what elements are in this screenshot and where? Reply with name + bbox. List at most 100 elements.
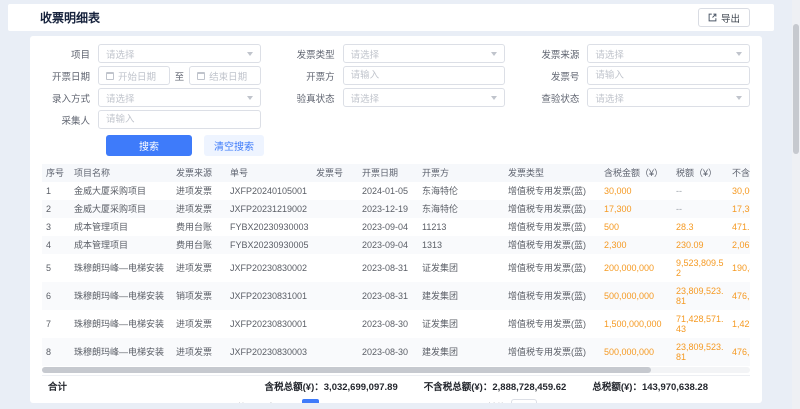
export-button[interactable]: 导出	[698, 8, 750, 27]
cell-project-name: 珠穆朗玛峰—电梯安装	[70, 254, 172, 282]
cell-invoice-source: 进项发票	[172, 182, 226, 200]
select-placeholder: 请选择	[595, 47, 624, 61]
cell-order-no: FYBX20230930005	[226, 236, 312, 254]
column-header-7: 发票类型	[504, 164, 600, 182]
invoice-no-input[interactable]	[587, 66, 750, 85]
cell-amount-incl-tax: 500	[600, 218, 672, 236]
table-row[interactable]: 1 金威大厦采购项目 进项发票 JXFP20240105001 2024-01-…	[42, 182, 750, 200]
export-icon	[708, 13, 717, 22]
clear-search-button[interactable]: 清空搜索	[204, 135, 264, 156]
filter-form: 项目 请选择 发票类型 请选择 发票来源 请选择 开票日期	[42, 44, 750, 129]
verify-status-label: 验真状态	[287, 91, 343, 105]
filter-actions: 搜索 清空搜索	[106, 135, 750, 156]
pager-prev-button[interactable]: ‹	[288, 401, 298, 403]
select-placeholder: 请选择	[106, 47, 135, 61]
collector-input[interactable]	[98, 110, 261, 129]
invoice-source-select[interactable]: 请选择	[587, 44, 750, 63]
column-header-1: 项目名称	[70, 164, 172, 182]
cell-index: 2	[42, 200, 70, 218]
pager-next-button[interactable]: ›	[468, 401, 478, 403]
pager-page-4[interactable]: 4	[365, 399, 382, 404]
cell-invoice-no	[312, 182, 358, 200]
table-row[interactable]: 4 成本管理项目 费用台账 FYBX20230930005 2023-09-04…	[42, 236, 750, 254]
cell-invoice-source: 进项发票	[172, 338, 226, 366]
cell-index: 4	[42, 236, 70, 254]
cell-invoice-type: 增值税专用发票(蓝)	[504, 200, 600, 218]
check-status-select[interactable]: 请选择	[587, 88, 750, 107]
cell-invoice-date: 2023-08-31	[358, 282, 418, 310]
pager-total-count: 共 142 条	[236, 400, 276, 403]
select-placeholder: 请选择	[351, 91, 380, 105]
pager-goto-input[interactable]	[511, 399, 537, 404]
chevron-down-icon	[491, 96, 497, 100]
cell-index: 7	[42, 310, 70, 338]
horizontal-scrollbar[interactable]	[42, 367, 750, 373]
table-row[interactable]: 5 珠穆朗玛峰—电梯安装 进项发票 JXFP20230830002 2023-0…	[42, 254, 750, 282]
cell-amount-incl-tax: 500,000,000	[600, 282, 672, 310]
cell-issuer: 建发集团	[418, 338, 504, 366]
calendar-icon	[197, 72, 205, 80]
pager-page-8[interactable]: 8	[446, 399, 463, 404]
entry-method-select[interactable]: 请选择	[98, 88, 261, 107]
project-select[interactable]: 请选择	[98, 44, 261, 63]
cell-index: 6	[42, 282, 70, 310]
horizontal-scrollbar-thumb[interactable]	[42, 367, 651, 373]
column-header-2: 发票来源	[172, 164, 226, 182]
invoice-table-container: 序号项目名称发票来源单号发票号开票日期开票方发票类型含税金额（¥）税额（¥）不含…	[42, 164, 750, 366]
cell-project-name: 金威大厦采购项目	[70, 182, 172, 200]
pager-ellipsis: ...	[428, 402, 442, 404]
search-button[interactable]: 搜索	[106, 135, 192, 156]
cell-invoice-source: 销项发票	[172, 282, 226, 310]
cell-invoice-source: 费用台账	[172, 236, 226, 254]
chevron-down-icon	[491, 52, 497, 56]
invoice-date-label: 开票日期	[42, 69, 98, 83]
vertical-scrollbar-thumb[interactable]	[793, 24, 799, 154]
cell-order-no: JXFP20230831001	[226, 282, 312, 310]
cell-amount-excl-tax: 471.7	[728, 218, 750, 236]
check-status-label: 查验状态	[531, 91, 587, 105]
cell-amount-excl-tax: 476,190,476.19	[728, 282, 750, 310]
cell-invoice-no	[312, 282, 358, 310]
pager-page-6[interactable]: 6	[407, 399, 424, 404]
cell-issuer: 证发集团	[418, 254, 504, 282]
cell-project-name: 珠穆朗玛峰—电梯安装	[70, 338, 172, 366]
cell-invoice-date: 2024-01-05	[358, 182, 418, 200]
filter-field-invoice-source: 发票来源 请选择	[531, 44, 750, 63]
cell-amount-incl-tax: 200,000,000	[600, 254, 672, 282]
cell-index: 3	[42, 218, 70, 236]
table-row[interactable]: 8 珠穆朗玛峰—电梯安装 进项发票 JXFP20230830003 2023-0…	[42, 338, 750, 366]
filter-field-check-status: 查验状态 请选择	[531, 88, 750, 107]
date-range: 开始日期 至 结束日期	[98, 66, 261, 85]
pager-page-5[interactable]: 5	[386, 399, 403, 404]
date-end-input[interactable]: 结束日期	[189, 66, 261, 85]
pager-goto-label: 前往	[487, 400, 506, 403]
select-placeholder: 请选择	[595, 91, 624, 105]
select-placeholder: 请选择	[106, 91, 135, 105]
issuer-input[interactable]	[343, 66, 506, 85]
pager-page-3[interactable]: 3	[344, 399, 361, 404]
table-row[interactable]: 2 金威大厦采购项目 进项发票 JXFP20231219002 2023-12-…	[42, 200, 750, 218]
vertical-scrollbar[interactable]	[792, 0, 800, 409]
cell-invoice-date: 2023-08-30	[358, 338, 418, 366]
cell-amount-excl-tax: 1,428,571,428.57	[728, 310, 750, 338]
pager-page-1[interactable]: 1	[302, 399, 319, 404]
cell-amount-incl-tax: 500,000,000	[600, 338, 672, 366]
cell-amount-incl-tax: 1,500,000,000	[600, 310, 672, 338]
cell-order-no: JXFP20230830001	[226, 310, 312, 338]
cell-invoice-date: 2023-12-19	[358, 200, 418, 218]
verify-status-select[interactable]: 请选择	[343, 88, 506, 107]
cell-invoice-type: 增值税专用发票(蓝)	[504, 254, 600, 282]
cell-project-name: 珠穆朗玛峰—电梯安装	[70, 310, 172, 338]
table-row[interactable]: 7 珠穆朗玛峰—电梯安装 进项发票 JXFP20230830001 2023-0…	[42, 310, 750, 338]
table-row[interactable]: 3 成本管理项目 费用台账 FYBX20230930003 2023-09-04…	[42, 218, 750, 236]
summary-net-value: 2,888,728,459.62	[492, 382, 566, 393]
invoice-table: 序号项目名称发票来源单号发票号开票日期开票方发票类型含税金额（¥）税额（¥）不含…	[42, 164, 750, 366]
cell-project-name: 成本管理项目	[70, 236, 172, 254]
table-row[interactable]: 6 珠穆朗玛峰—电梯安装 销项发票 JXFP20230831001 2023-0…	[42, 282, 750, 310]
invoice-type-select[interactable]: 请选择	[343, 44, 506, 63]
pager-page-2[interactable]: 2	[323, 399, 340, 404]
cell-amount-incl-tax: 17,300	[600, 200, 672, 218]
date-start-input[interactable]: 开始日期	[98, 66, 170, 85]
chevron-down-icon	[247, 96, 253, 100]
column-header-3: 单号	[226, 164, 312, 182]
